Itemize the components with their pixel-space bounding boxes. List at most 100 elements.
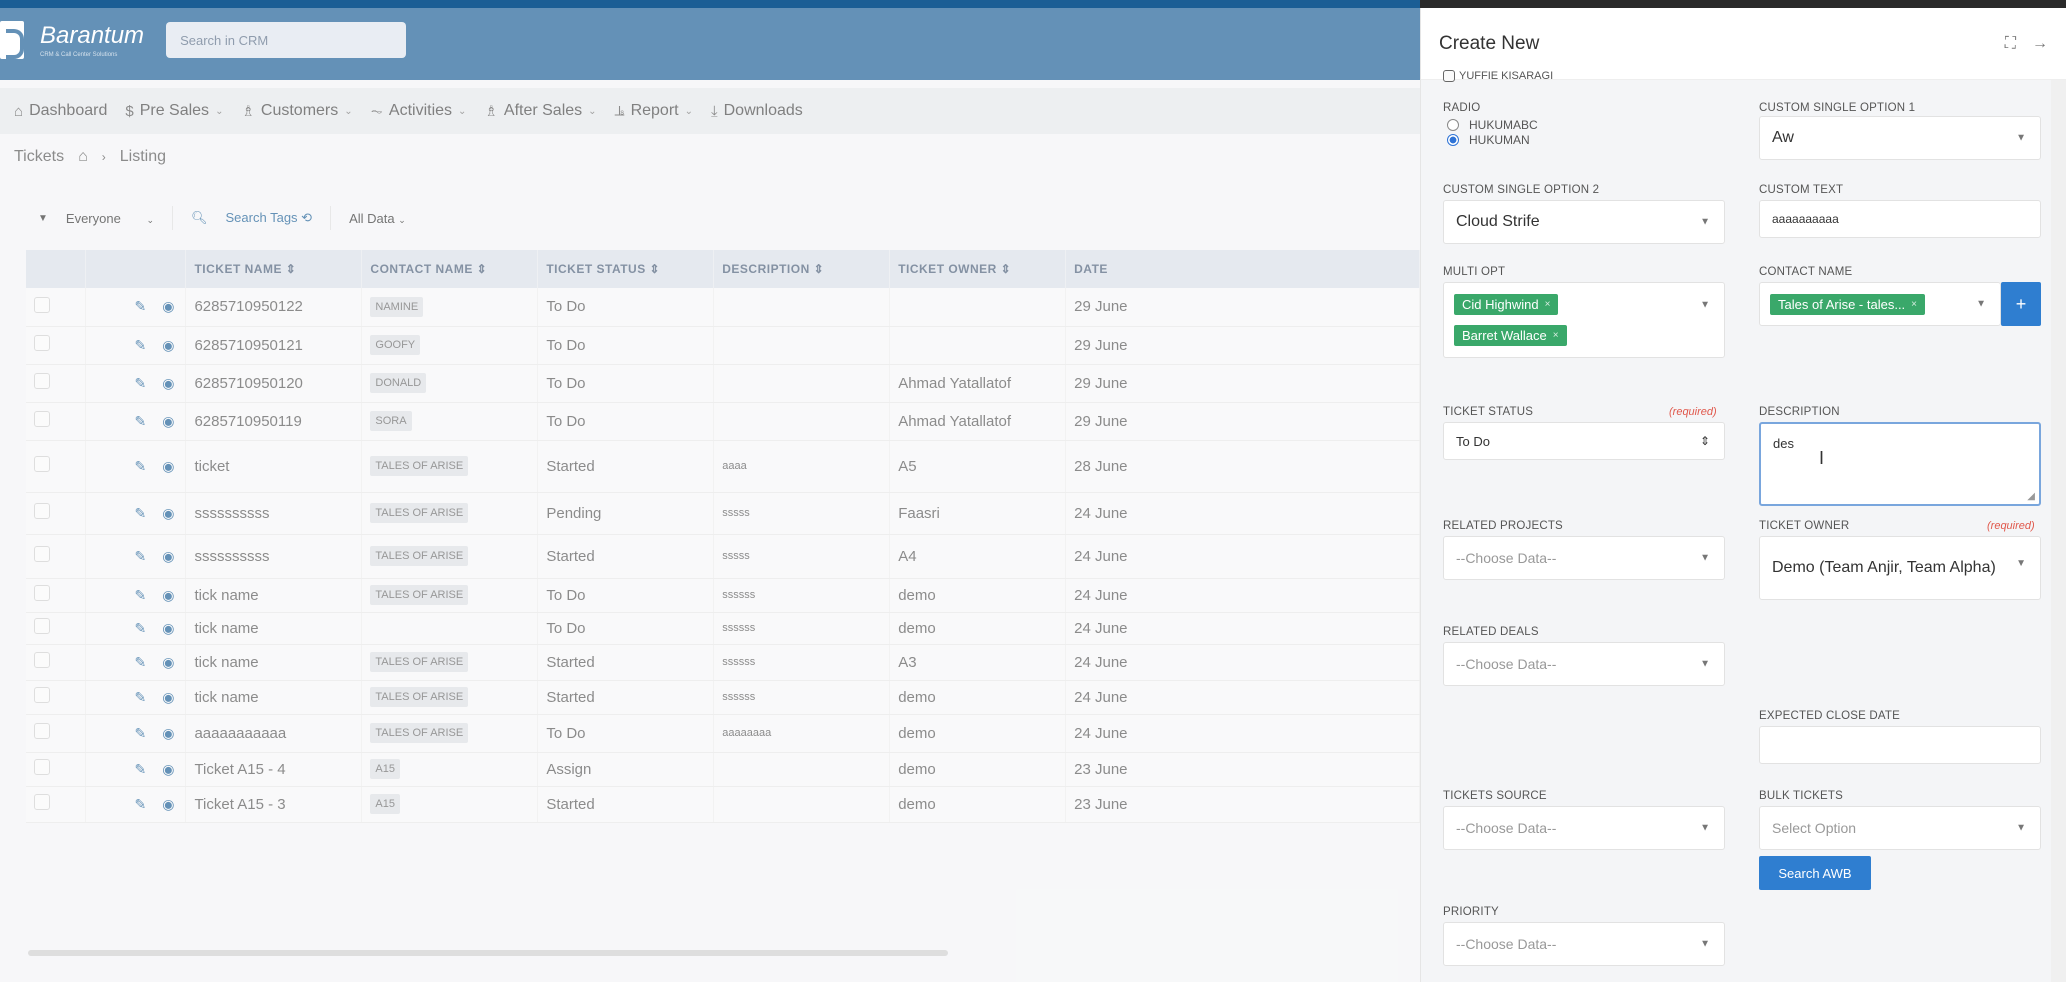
row-checkbox[interactable]: [34, 759, 50, 775]
edit-icon[interactable]: ✎: [134, 298, 146, 315]
add-contact-button[interactable]: +: [2001, 282, 2041, 326]
related-projects-select[interactable]: --Choose Data-- ▼: [1443, 536, 1725, 580]
table-row[interactable]: ✎ ◉ tick name TALES OF ARISE To Do ssssss demo…: [26, 578, 1420, 613]
table-row[interactable]: ✎ ◉ ticket TALES OF ARISE Started aaaa A5 28 Ju…: [26, 440, 1420, 493]
ticket-name-cell[interactable]: ssssssssss: [185, 492, 363, 535]
table-row[interactable]: ✎ ◉ ssssssssss TALES OF ARISE Started sssss A4…: [26, 534, 1420, 579]
col-ticket-status[interactable]: TICKET STATUS ⇕: [537, 250, 715, 288]
nav-item-after-sales[interactable]: ♗ After Sales ⌄: [484, 102, 596, 120]
nav-item-downloads[interactable]: ⤓ Downloads: [711, 102, 803, 120]
multi-opt-select[interactable]: Cid Highwind × Barret Wallace × ▼: [1443, 282, 1725, 358]
edit-icon[interactable]: ✎: [134, 620, 146, 637]
radio-option-hukuman[interactable]: HUKUMAN: [1447, 133, 1530, 147]
close-icon[interactable]: ×: [1553, 330, 1559, 341]
view-icon[interactable]: ◉: [162, 337, 174, 354]
table-row[interactable]: ✎ ◉ tick name TALES OF ARISE Started ssssss de…: [26, 680, 1420, 715]
view-icon[interactable]: ◉: [162, 587, 174, 604]
all-data-select[interactable]: All Data ⌄: [349, 211, 406, 226]
ticket-name-cell[interactable]: 6285710950122: [185, 288, 363, 327]
table-row[interactable]: ✎ ◉ 6285710950122 NAMINE To Do 29 June: [26, 288, 1420, 327]
breadcrumb-section[interactable]: Tickets: [14, 148, 64, 166]
custom-single-option-2-select[interactable]: Cloud Strife ▼: [1443, 200, 1725, 244]
edit-icon[interactable]: ✎: [134, 458, 146, 475]
edit-icon[interactable]: ✎: [134, 587, 146, 604]
resize-handle-icon[interactable]: ◢: [2027, 491, 2035, 502]
radio-button-selected[interactable]: [1447, 134, 1459, 146]
custom-single-option-1-select[interactable]: Aw ▼: [1759, 116, 2041, 160]
col-ticket-name[interactable]: TICKET NAME ⇕: [185, 250, 363, 288]
description-textarea[interactable]: des I ◢: [1759, 422, 2041, 506]
edit-icon[interactable]: ✎: [134, 505, 146, 522]
col-description[interactable]: DESCRIPTION ⇕: [713, 250, 891, 288]
checkbox[interactable]: [1443, 70, 1455, 82]
view-icon[interactable]: ◉: [162, 654, 174, 671]
row-checkbox[interactable]: [34, 652, 50, 668]
close-icon[interactable]: ×: [1545, 299, 1551, 310]
edit-icon[interactable]: ✎: [134, 796, 146, 813]
tickets-source-select[interactable]: --Choose Data-- ▼: [1443, 806, 1725, 850]
edit-icon[interactable]: ✎: [134, 548, 146, 565]
ticket-name-cell[interactable]: 6285710950121: [185, 326, 363, 365]
view-icon[interactable]: ◉: [162, 458, 174, 475]
view-icon[interactable]: ◉: [162, 375, 174, 392]
view-icon[interactable]: ◉: [162, 761, 174, 778]
nav-item-activities[interactable]: ⏦ Activities ⌄: [371, 102, 467, 120]
table-row[interactable]: ✎ ◉ 6285710950121 GOOFY To Do 29 June: [26, 326, 1420, 365]
ticket-name-cell[interactable]: tick name: [185, 612, 363, 645]
col-contact-name[interactable]: CONTACT NAME ⇕: [361, 250, 539, 288]
row-checkbox[interactable]: [34, 794, 50, 810]
view-icon[interactable]: ◉: [162, 413, 174, 430]
row-checkbox[interactable]: [34, 503, 50, 519]
yuffie-checkbox-row[interactable]: YUFFIE KISARAGI: [1443, 70, 1553, 82]
ticket-name-cell[interactable]: ssssssssss: [185, 534, 363, 579]
row-checkbox[interactable]: [34, 456, 50, 472]
bulk-tickets-select[interactable]: Select Option ▼: [1759, 806, 2041, 850]
priority-select[interactable]: --Choose Data-- ▼: [1443, 922, 1725, 966]
ticket-name-cell[interactable]: tick name: [185, 680, 363, 715]
nav-item-dashboard[interactable]: ⌂ Dashboard: [14, 102, 107, 120]
table-row[interactable]: ✎ ◉ aaaaaaaaaaa TALES OF ARISE To Do aaaaaaaa…: [26, 714, 1420, 753]
contact-chip[interactable]: Tales of Arise - tales... ×: [1770, 293, 1926, 315]
ticket-name-cell[interactable]: Ticket A15 - 4: [185, 752, 363, 787]
table-row[interactable]: ✎ ◉ 6285710950120 DONALD To Do Ahmad Yatallat…: [26, 364, 1420, 403]
table-row[interactable]: ✎ ◉ tick name To Do ssssss demo 24 June: [26, 612, 1420, 645]
edit-icon[interactable]: ✎: [134, 761, 146, 778]
edit-icon[interactable]: ✎: [134, 375, 146, 392]
ticket-name-cell[interactable]: 6285710950120: [185, 364, 363, 403]
row-checkbox[interactable]: [34, 723, 50, 739]
ticket-owner-select[interactable]: Demo (Team Anjir, Team Alpha) ▼: [1759, 536, 2041, 600]
col-ticket-owner[interactable]: TICKET OWNER ⇕: [889, 250, 1067, 288]
ticket-status-select[interactable]: To Do ⇕: [1443, 422, 1725, 460]
search-icon[interactable]: 🔍︎: [191, 210, 208, 226]
row-checkbox[interactable]: [34, 546, 50, 562]
ticket-name-cell[interactable]: aaaaaaaaaaa: [185, 714, 363, 753]
row-checkbox[interactable]: [34, 687, 50, 703]
edit-icon[interactable]: ✎: [134, 689, 146, 706]
row-checkbox[interactable]: [34, 335, 50, 351]
search-awb-button[interactable]: Search AWB: [1759, 856, 1871, 890]
row-checkbox[interactable]: [34, 618, 50, 634]
crm-search-input[interactable]: Search in CRM: [166, 22, 407, 58]
row-checkbox[interactable]: [34, 373, 50, 389]
multi-opt-chip[interactable]: Barret Wallace ×: [1454, 325, 1567, 346]
filter-icon[interactable]: ▼: [38, 213, 48, 224]
nav-item-report[interactable]: ⫡ Report ⌄: [615, 102, 693, 120]
view-icon[interactable]: ◉: [162, 548, 174, 565]
arrow-right-icon[interactable]: →: [2032, 35, 2048, 53]
row-checkbox[interactable]: [34, 585, 50, 601]
table-row[interactable]: ✎ ◉ tick name TALES OF ARISE Started ssssss A3…: [26, 644, 1420, 681]
view-icon[interactable]: ◉: [162, 620, 174, 637]
nav-item-customers[interactable]: ♗ Customers ⌄: [241, 102, 352, 120]
edit-icon[interactable]: ✎: [134, 725, 146, 742]
custom-text-input[interactable]: aaaaaaaaaa: [1759, 200, 2041, 238]
radio-option-hukumabc[interactable]: HUKUMABC: [1447, 118, 1538, 132]
owner-filter-select[interactable]: Everyone ⌄: [66, 211, 154, 226]
search-tags-button[interactable]: Search Tags ⟲: [226, 210, 313, 226]
edit-icon[interactable]: ✎: [134, 413, 146, 430]
radio-button[interactable]: [1447, 119, 1459, 131]
table-row[interactable]: ✎ ◉ Ticket A15 - 4 A15 Assign demo 23 June: [26, 752, 1420, 787]
ticket-name-cell[interactable]: 6285710950119: [185, 402, 363, 441]
multi-opt-chip[interactable]: Cid Highwind ×: [1454, 294, 1559, 315]
ticket-name-cell[interactable]: tick name: [185, 578, 363, 613]
select-all-header[interactable]: [26, 250, 87, 288]
